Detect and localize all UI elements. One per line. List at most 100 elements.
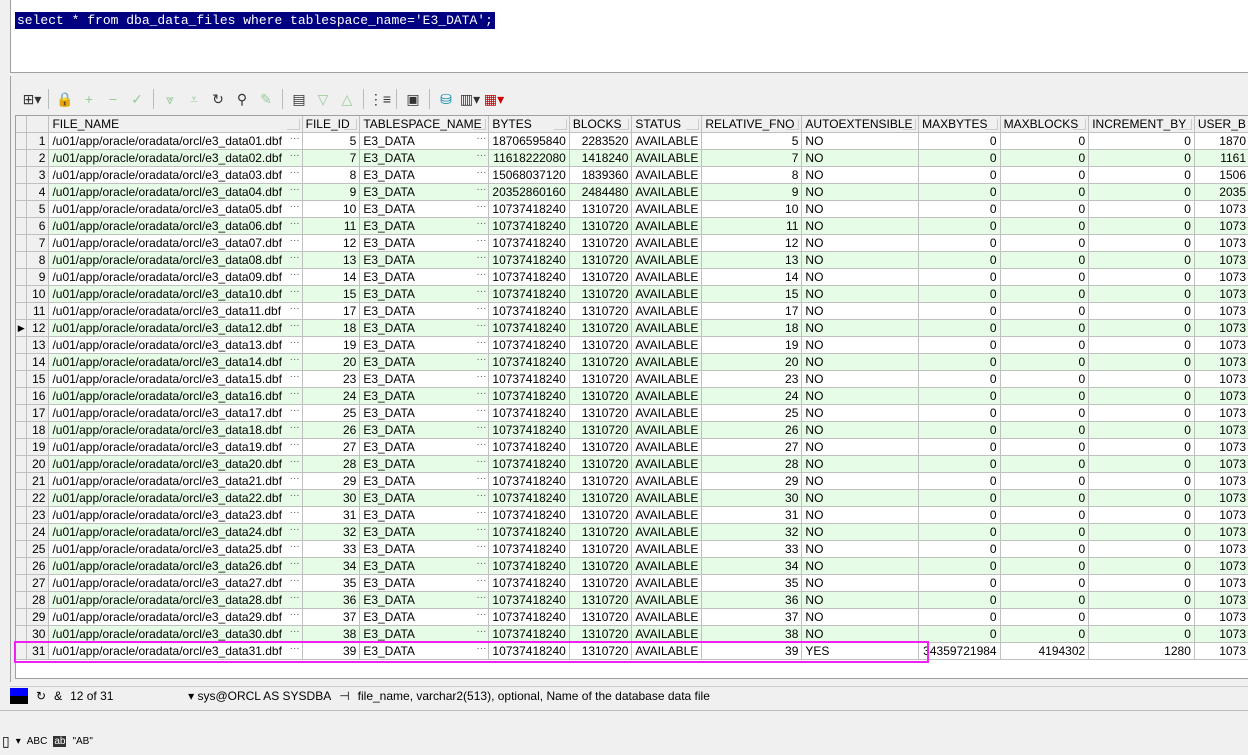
lock-icon[interactable]: 🔒	[54, 88, 76, 110]
ellipsis-button[interactable]: ···	[290, 592, 300, 603]
cell-relative-fno[interactable]: 27	[701, 438, 803, 456]
cell-status[interactable]: AVAILABLE	[631, 421, 703, 439]
cell-tablespace-name[interactable]: E3_DATA ···	[359, 387, 490, 405]
cell-status[interactable]: AVAILABLE	[631, 404, 703, 422]
ellipsis-button[interactable]: ···	[290, 150, 300, 161]
row-number[interactable]: 30	[26, 625, 50, 643]
table-row[interactable]: 25/u01/app/oracle/oradata/orcl/e3_data25…	[16, 540, 1248, 558]
cell-maxblocks[interactable]: 0	[1000, 251, 1090, 269]
cell-maxblocks[interactable]: 0	[1000, 387, 1090, 405]
cell-file-name[interactable]: /u01/app/oracle/oradata/orcl/e3_data27.d…	[48, 574, 303, 592]
cell-maxblocks[interactable]: 0	[1000, 540, 1090, 558]
cell-maxbytes[interactable]: 0	[918, 234, 1001, 252]
table-row[interactable]: 29/u01/app/oracle/oradata/orcl/e3_data29…	[16, 608, 1248, 626]
row-number[interactable]: 9	[26, 268, 50, 286]
cell-autoextensible[interactable]: NO	[801, 625, 920, 643]
single-record-view-icon[interactable]: ⋮≡	[369, 88, 391, 110]
cell-relative-fno[interactable]: 10	[701, 200, 803, 218]
table-row[interactable]: 23/u01/app/oracle/oradata/orcl/e3_data23…	[16, 506, 1248, 524]
cell-relative-fno[interactable]: 24	[701, 387, 803, 405]
cell-bytes[interactable]: 10737418240	[488, 319, 570, 337]
cell-file-id[interactable]: 11	[302, 217, 361, 235]
cell-file-id[interactable]: 19	[302, 336, 361, 354]
cell-autoextensible[interactable]: NO	[801, 319, 920, 337]
cell-bytes[interactable]: 10737418240	[488, 608, 570, 626]
cell-maxbytes[interactable]: 0	[918, 183, 1001, 201]
table-row[interactable]: 26/u01/app/oracle/oradata/orcl/e3_data26…	[16, 557, 1248, 575]
cell-tablespace-name[interactable]: E3_DATA ···	[359, 591, 490, 609]
cell-user-b[interactable]: 1073	[1194, 251, 1248, 269]
cell-autoextensible[interactable]: NO	[801, 523, 920, 541]
row-number[interactable]: 16	[26, 387, 50, 405]
cell-blocks[interactable]: 1310720	[569, 285, 633, 303]
table-row[interactable]: 5/u01/app/oracle/oradata/orcl/e3_data05.…	[16, 200, 1248, 218]
cell-autoextensible[interactable]: NO	[801, 183, 920, 201]
ellipsis-button[interactable]: ···	[476, 490, 486, 501]
ellipsis-button[interactable]: ···	[290, 218, 300, 229]
cell-increment-by[interactable]: 0	[1088, 455, 1195, 473]
cell-file-id[interactable]: 5	[302, 132, 361, 150]
cell-file-name[interactable]: /u01/app/oracle/oradata/orcl/e3_data08.d…	[48, 251, 303, 269]
cell-user-b[interactable]: 2035	[1194, 183, 1248, 201]
ellipsis-button[interactable]: ···	[476, 354, 486, 365]
cell-blocks[interactable]: 1310720	[569, 608, 633, 626]
cell-autoextensible[interactable]: NO	[801, 421, 920, 439]
ellipsis-button[interactable]: ···	[476, 388, 486, 399]
cell-increment-by[interactable]: 0	[1088, 302, 1195, 320]
cell-tablespace-name[interactable]: E3_DATA ···	[359, 455, 490, 473]
cell-file-name[interactable]: /u01/app/oracle/oradata/orcl/e3_data17.d…	[48, 404, 303, 422]
table-row[interactable]: 22/u01/app/oracle/oradata/orcl/e3_data22…	[16, 489, 1248, 507]
ellipsis-button[interactable]: ···	[476, 218, 486, 229]
cell-maxbytes[interactable]: 0	[918, 591, 1001, 609]
cell-bytes[interactable]: 10737418240	[488, 642, 570, 660]
cell-blocks[interactable]: 1310720	[569, 302, 633, 320]
cell-bytes[interactable]: 10737418240	[488, 234, 570, 252]
row-number[interactable]: 12	[26, 319, 50, 337]
cell-tablespace-name[interactable]: E3_DATA ···	[359, 268, 490, 286]
cell-file-name[interactable]: /u01/app/oracle/oradata/orcl/e3_data11.d…	[48, 302, 303, 320]
ellipsis-button[interactable]: ···	[476, 201, 486, 212]
cell-relative-fno[interactable]: 34	[701, 557, 803, 575]
query-by-example-icon[interactable]: ▤	[288, 88, 310, 110]
cell-increment-by[interactable]: 0	[1088, 149, 1195, 167]
cell-increment-by[interactable]: 0	[1088, 404, 1195, 422]
cell-increment-by[interactable]: 0	[1088, 217, 1195, 235]
cell-user-b[interactable]: 1073	[1194, 438, 1248, 456]
cell-tablespace-name[interactable]: E3_DATA ···	[359, 506, 490, 524]
cell-increment-by[interactable]: 0	[1088, 183, 1195, 201]
ellipsis-button[interactable]: ···	[290, 405, 300, 416]
cell-increment-by[interactable]: 0	[1088, 387, 1195, 405]
cell-blocks[interactable]: 1310720	[569, 489, 633, 507]
cell-autoextensible[interactable]: NO	[801, 200, 920, 218]
cell-user-b[interactable]: 1073	[1194, 523, 1248, 541]
cell-maxblocks[interactable]: 0	[1000, 285, 1090, 303]
cell-maxbytes[interactable]: 0	[918, 523, 1001, 541]
cell-status[interactable]: AVAILABLE	[631, 608, 703, 626]
results-grid[interactable]: FILE_NAME FILE_ID TABLESPACE_NAME BYTES BLOC…	[15, 115, 1248, 679]
ellipsis-button[interactable]: ···	[290, 371, 300, 382]
cell-relative-fno[interactable]: 37	[701, 608, 803, 626]
table-row[interactable]: 16/u01/app/oracle/oradata/orcl/e3_data16…	[16, 387, 1248, 405]
table-row[interactable]: 17/u01/app/oracle/oradata/orcl/e3_data17…	[16, 404, 1248, 422]
cell-tablespace-name[interactable]: E3_DATA ···	[359, 489, 490, 507]
cell-file-name[interactable]: /u01/app/oracle/oradata/orcl/e3_data19.d…	[48, 438, 303, 456]
cell-blocks[interactable]: 1310720	[569, 404, 633, 422]
cell-relative-fno[interactable]: 5	[701, 132, 803, 150]
cell-maxblocks[interactable]: 0	[1000, 336, 1090, 354]
cell-file-name[interactable]: /u01/app/oracle/oradata/orcl/e3_data07.d…	[48, 234, 303, 252]
cell-maxblocks[interactable]: 0	[1000, 506, 1090, 524]
ellipsis-button[interactable]: ···	[476, 133, 486, 144]
table-row[interactable]: 28/u01/app/oracle/oradata/orcl/e3_data28…	[16, 591, 1248, 609]
post-changes-icon[interactable]: ✓	[126, 88, 148, 110]
sql-editor[interactable]: select * from dba_data_files where table…	[10, 0, 1248, 73]
ellipsis-button[interactable]: ···	[476, 439, 486, 450]
ellipsis-button[interactable]: ···	[290, 201, 300, 212]
cell-autoextensible[interactable]: NO	[801, 472, 920, 490]
cell-increment-by[interactable]: 0	[1088, 557, 1195, 575]
cell-bytes[interactable]: 10737418240	[488, 353, 570, 371]
cell-status[interactable]: AVAILABLE	[631, 472, 703, 490]
column-header-maxbytes[interactable]: MAXBYTES	[918, 116, 1001, 133]
cell-bytes[interactable]: 10737418240	[488, 472, 570, 490]
cell-file-name[interactable]: /u01/app/oracle/oradata/orcl/e3_data22.d…	[48, 489, 303, 507]
cell-user-b[interactable]: 1073	[1194, 608, 1248, 626]
